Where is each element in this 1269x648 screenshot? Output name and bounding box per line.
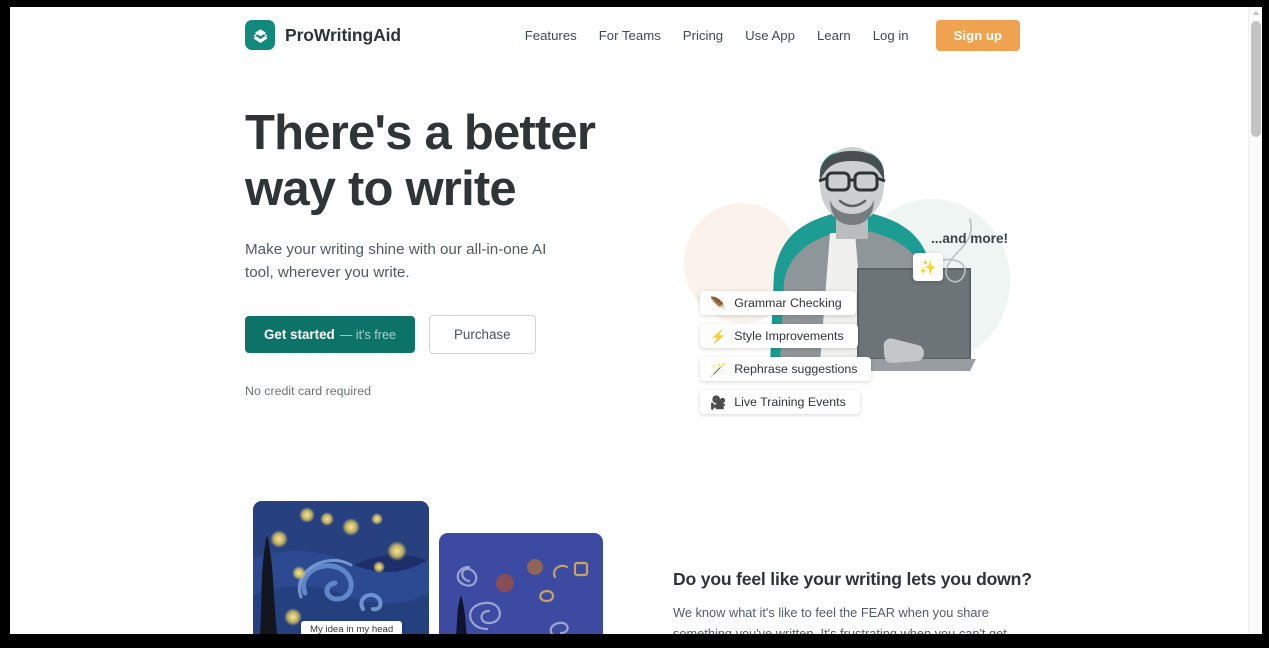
nav-item-learn[interactable]: Learn [806, 22, 862, 49]
no-credit-card-note: No credit card required [245, 383, 372, 398]
feature-chip-live-training-events[interactable]: 🎥 Live Training Events [700, 390, 860, 414]
scrollbar-thumb[interactable] [1251, 21, 1261, 137]
nav-item-features[interactable]: Features [514, 22, 588, 49]
video-camera-icon: 🎥 [710, 394, 727, 410]
nav-item-use-app[interactable]: Use App [734, 22, 806, 49]
and-more-label: ...and more! [931, 231, 1009, 246]
section-heading: Do you feel like your writing lets you d… [673, 569, 1032, 589]
feather-pen-icon: 🪶 [710, 295, 727, 311]
hero-section: There's a better way to write Make your … [10, 63, 1248, 483]
feature-chip-label: Grammar Checking [734, 296, 842, 310]
browser-window-frame: ProWritingAid Features For Teams Pricing… [0, 0, 1269, 648]
section-artwork: My idea in my head [253, 501, 603, 641]
prowritingaid-book-logo-icon [245, 20, 275, 50]
starry-night-painting: My idea in my head [253, 501, 429, 641]
nav-item-pricing[interactable]: Pricing [672, 22, 734, 49]
nav-item-log-in[interactable]: Log in [862, 22, 920, 49]
scribble-drawing-card [439, 533, 603, 641]
hero-title-line-1: There's a better [245, 106, 596, 160]
feature-chip-style-improvements[interactable]: ⚡ Style Improvements [700, 324, 858, 348]
hero-subtitle: Make your writing shine with our all-in-… [245, 240, 547, 282]
feature-chip-label: Style Improvements [734, 329, 844, 343]
sign-up-button[interactable]: Sign up [935, 19, 1020, 51]
page-viewport: ProWritingAid Features For Teams Pricing… [10, 7, 1262, 641]
feature-chip-label: Rephrase suggestions [734, 362, 858, 376]
hero-title-line-2: way to write [245, 162, 517, 217]
nav-item-for-teams[interactable]: For Teams [588, 22, 672, 49]
feature-chip-label: Live Training Events [734, 395, 846, 409]
feature-chip-list: 🪶 Grammar Checking ⚡ Style Improvements … [700, 291, 872, 414]
section-two-copy: Do you feel like your writing lets you d… [673, 569, 1032, 641]
get-started-free-note: — it's free [339, 327, 396, 342]
writing-lets-you-down-section: My idea in my head Do you feel like your… [10, 483, 1248, 641]
brand-name: ProWritingAid [285, 24, 402, 45]
hero-copy: There's a better way to write Make your … [245, 105, 645, 398]
scroll-up-arrow-icon[interactable] [1252, 9, 1260, 17]
magic-wand-icon: 🪄 [710, 361, 727, 377]
brand-logo-link[interactable]: ProWritingAid [245, 20, 401, 50]
get-started-button[interactable]: Get started — it's free [245, 315, 415, 353]
feature-chip-grammar-checking[interactable]: 🪶 Grammar Checking [700, 291, 856, 315]
sparkle-icon: ✨ [913, 253, 943, 281]
purchase-button[interactable]: Purchase [429, 314, 536, 354]
window-bottom-edge [0, 634, 1269, 648]
hero-action-buttons: Get started — it's free Purchase [245, 314, 645, 354]
vertical-scrollbar[interactable] [1248, 7, 1262, 641]
get-started-label: Get started [264, 326, 335, 342]
feature-chip-rephrase-suggestions[interactable]: 🪄 Rephrase suggestions [700, 357, 872, 381]
main-navigation: Features For Teams Pricing Use App Learn… [514, 19, 1020, 51]
website-content: ProWritingAid Features For Teams Pricing… [10, 7, 1248, 641]
hero-illustration: 🪶 Grammar Checking ⚡ Style Improvements … [670, 113, 1030, 453]
lightning-bolt-icon: ⚡ [710, 328, 727, 344]
site-header: ProWritingAid Features For Teams Pricing… [10, 7, 1248, 63]
hero-title: There's a better way to write [245, 105, 645, 218]
